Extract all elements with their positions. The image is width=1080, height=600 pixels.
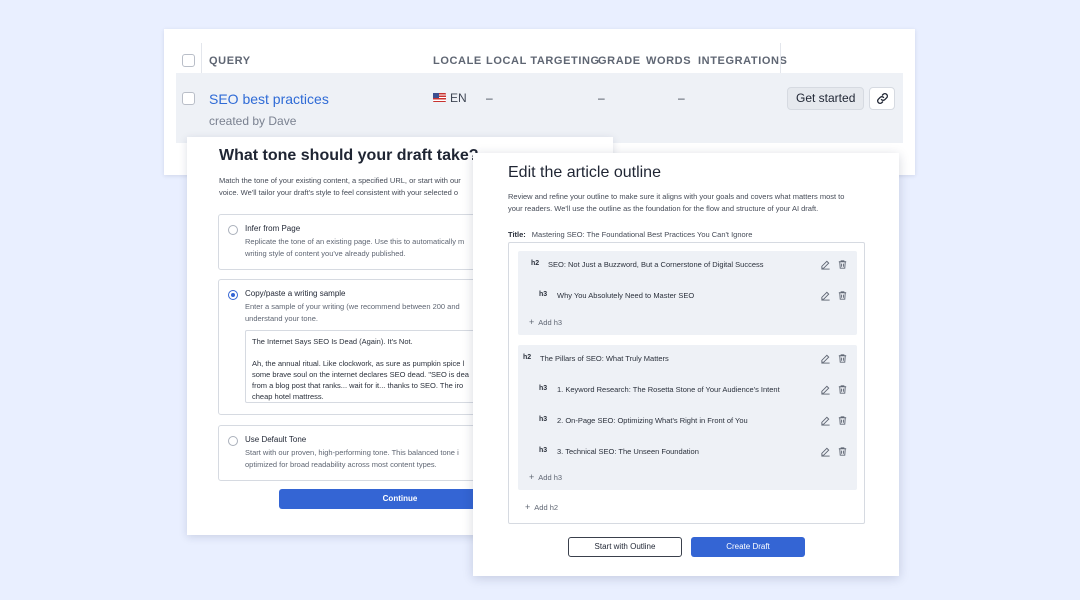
heading-level-tag: h2: [531, 260, 540, 267]
outline-editor: h2 SEO: Not Just a Buzzword, But a Corne…: [508, 242, 865, 524]
start-with-outline-button[interactable]: Start with Outline: [568, 537, 682, 557]
option-title: Copy/paste a writing sample: [245, 289, 346, 298]
heading-level-tag: h3: [539, 291, 548, 298]
column-divider: [780, 43, 781, 75]
pencil-icon[interactable]: [820, 259, 831, 270]
outline-heading-text[interactable]: 1. Keyword Research: The Rosetta Stone o…: [557, 385, 780, 394]
add-h3-button[interactable]: + Add h3: [529, 317, 562, 327]
column-header-integrations[interactable]: INTEGRATIONS: [698, 55, 788, 67]
create-draft-button[interactable]: Create Draft: [691, 537, 805, 557]
add-h3-label: Add h3: [538, 318, 563, 327]
trash-icon[interactable]: [837, 446, 848, 457]
outline-heading-text[interactable]: 2. On-Page SEO: Optimizing What's Right …: [557, 416, 748, 425]
option-description-line: Enter a sample of your writing (we recom…: [245, 302, 460, 311]
link-icon: [876, 93, 888, 104]
grade-value: –: [598, 91, 605, 105]
add-h3-button[interactable]: + Add h3: [529, 472, 562, 482]
trash-icon[interactable]: [837, 353, 848, 364]
heading-level-tag: h2: [523, 354, 532, 361]
outline-h3-row[interactable]: h3 3. Technical SEO: The Unseen Foundati…: [518, 446, 857, 460]
column-divider: [201, 43, 202, 75]
outline-h3-row[interactable]: h3 1. Keyword Research: The Rosetta Ston…: [518, 384, 857, 398]
outline-heading-text[interactable]: The Pillars of SEO: What Truly Matters: [540, 354, 669, 363]
radio-infer-from-page[interactable]: [228, 225, 238, 235]
option-title: Infer from Page: [245, 224, 301, 233]
article-title-value[interactable]: Mastering SEO: The Foundational Best Pra…: [532, 230, 753, 239]
outline-heading-text[interactable]: Why You Absolutely Need to Master SEO: [557, 291, 694, 300]
column-header-local-targeting[interactable]: LOCAL TARGETING: [486, 55, 600, 67]
tone-modal-title: What tone should your draft take?: [219, 147, 479, 164]
option-description-line: writing style of content you've already …: [245, 249, 406, 258]
heading-level-tag: h3: [539, 447, 548, 454]
description-line: Review and refine your outline to make s…: [508, 192, 845, 201]
article-title-label: Title:: [508, 230, 526, 239]
outline-h2-row[interactable]: h2 SEO: Not Just a Buzzword, But a Corne…: [518, 259, 857, 273]
add-h2-label: Add h2: [534, 503, 559, 512]
option-description-line: understand your tone.: [245, 314, 318, 323]
outline-modal: Edit the article outline Review and refi…: [473, 153, 899, 576]
outline-heading-text[interactable]: 3. Technical SEO: The Unseen Foundation: [557, 447, 699, 456]
option-description-line: optimized for broad readability across m…: [245, 460, 437, 469]
trash-icon[interactable]: [837, 259, 848, 270]
outline-h3-row[interactable]: h3 Why You Absolutely Need to Master SEO: [518, 290, 857, 304]
heading-level-tag: h3: [539, 385, 548, 392]
us-flag-icon: [433, 93, 446, 102]
pencil-icon[interactable]: [820, 384, 831, 395]
column-header-words[interactable]: WORDS: [646, 55, 691, 67]
table-row[interactable]: SEO best practices created by Dave EN – …: [176, 73, 903, 143]
copy-link-button[interactable]: [869, 87, 895, 110]
option-description-line: Replicate the tone of an existing page. …: [245, 237, 465, 246]
plus-icon: +: [525, 502, 531, 512]
trash-icon[interactable]: [837, 384, 848, 395]
outline-h2-row[interactable]: h2 The Pillars of SEO: What Truly Matter…: [518, 353, 857, 367]
row-checkbox[interactable]: [182, 92, 195, 105]
option-description: Start with our proven, high-performing t…: [245, 447, 459, 471]
outline-section: h2 The Pillars of SEO: What Truly Matter…: [518, 345, 857, 490]
pencil-icon[interactable]: [820, 353, 831, 364]
query-link[interactable]: SEO best practices: [209, 91, 329, 107]
trash-icon[interactable]: [837, 290, 848, 301]
outline-modal-description: Review and refine your outline to make s…: [508, 191, 878, 215]
pencil-icon[interactable]: [820, 415, 831, 426]
add-h2-button[interactable]: + Add h2: [525, 502, 558, 512]
local-targeting-value: –: [486, 91, 493, 105]
option-description-line: Start with our proven, high-performing t…: [245, 448, 459, 457]
option-title: Use Default Tone: [245, 435, 307, 444]
plus-icon: +: [529, 317, 535, 327]
radio-writing-sample[interactable]: [228, 290, 238, 300]
column-header-locale[interactable]: LOCALE: [433, 55, 482, 67]
get-started-button[interactable]: Get started: [787, 87, 865, 110]
plus-icon: +: [529, 472, 535, 482]
words-value: –: [678, 91, 685, 105]
outline-heading-text[interactable]: SEO: Not Just a Buzzword, But a Cornerst…: [548, 260, 764, 269]
option-description: Replicate the tone of an existing page. …: [245, 236, 464, 260]
outline-section: h2 SEO: Not Just a Buzzword, But a Corne…: [518, 251, 857, 335]
outline-h3-row[interactable]: h3 2. On-Page SEO: Optimizing What's Rig…: [518, 415, 857, 429]
column-header-query[interactable]: QUERY: [209, 55, 251, 67]
pencil-icon[interactable]: [820, 290, 831, 301]
column-header-grade[interactable]: GRADE: [598, 55, 641, 67]
heading-level-tag: h3: [539, 416, 548, 423]
outline-modal-title: Edit the article outline: [508, 164, 661, 181]
table-header: QUERY LOCALE LOCAL TARGETING GRADE WORDS…: [164, 29, 915, 75]
locale-value: EN: [450, 91, 467, 105]
add-h3-label: Add h3: [538, 473, 563, 482]
article-title-field[interactable]: Title: Mastering SEO: The Foundational Be…: [508, 230, 752, 239]
option-description: Enter a sample of your writing (we recom…: [245, 301, 460, 325]
select-all-checkbox[interactable]: [182, 54, 195, 67]
radio-default-tone[interactable]: [228, 436, 238, 446]
created-by-label: created by Dave: [209, 114, 297, 128]
description-line: your readers. We'll use the outline as t…: [508, 204, 819, 213]
pencil-icon[interactable]: [820, 446, 831, 457]
trash-icon[interactable]: [837, 415, 848, 426]
